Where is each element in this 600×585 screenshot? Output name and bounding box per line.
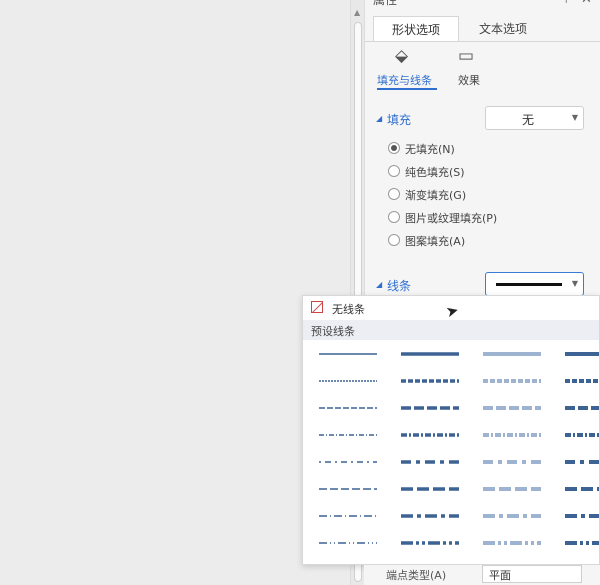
fill-dropdown[interactable]: 无 ▼ [485, 106, 584, 130]
cap-type-value: 平面 [489, 569, 511, 582]
radio-button[interactable] [388, 234, 400, 246]
radio-button[interactable] [388, 211, 400, 223]
preset-lines-label: 预设线条 [311, 325, 355, 338]
cap-type-row: 端点类型(A) 平面 [364, 565, 600, 585]
document-canvas [0, 0, 350, 585]
subtab-fill-and-line[interactable]: 填充与线条 [377, 72, 432, 88]
radio-label: 图案填充(A) [405, 235, 466, 248]
pin-icon[interactable]: ⊤ [561, 0, 571, 6]
no-line-label: 无线条 [332, 303, 365, 316]
radio-label: 纯色填充(S) [405, 166, 465, 179]
close-icon[interactable]: ✕ [581, 0, 592, 7]
radio-button[interactable] [388, 188, 400, 200]
tab-divider [365, 41, 600, 42]
paint-bucket-icon[interactable]: ⬙ [395, 46, 408, 66]
radio-label: 图片或纹理填充(P) [405, 212, 498, 225]
tab-text-options[interactable]: 文本选项 [461, 16, 545, 42]
tab-shape-options[interactable]: 形状选项 [373, 16, 459, 42]
panel-title: 属性 [373, 0, 398, 7]
preset-lines-header: 预设线条 [303, 320, 599, 340]
line-style-popup: 无线条 预设线条 [302, 295, 600, 565]
cap-type-dropdown[interactable]: 平面 [482, 565, 582, 583]
fill-dropdown-value: 无 [521, 113, 534, 127]
chevron-down-icon: ▼ [571, 279, 578, 288]
preset-line-grid [319, 352, 599, 545]
line-section-title[interactable]: 线条 [387, 277, 411, 294]
radio-button[interactable] [388, 142, 400, 154]
fill-section-title[interactable]: 填充 [387, 111, 411, 128]
line-sample-preview [496, 283, 562, 286]
subtab-effects[interactable]: 效果 [458, 72, 480, 88]
line-style-dropdown[interactable]: ▼ [485, 272, 584, 296]
collapse-triangle-icon[interactable]: ◢ [376, 114, 382, 123]
scroll-up-arrow-icon[interactable]: ▲ [354, 8, 360, 17]
radio-label: 无填充(N) [405, 143, 455, 156]
radio-label: 渐变填充(G) [405, 189, 467, 202]
chevron-down-icon: ▼ [571, 113, 578, 122]
cap-type-label: 端点类型(A) [386, 569, 447, 582]
no-line-icon [311, 301, 323, 313]
radio-button[interactable] [388, 165, 400, 177]
subtab-active-indicator [377, 88, 437, 90]
effect-icon[interactable]: ▭ [458, 46, 474, 66]
collapse-triangle-icon[interactable]: ◢ [376, 280, 382, 289]
